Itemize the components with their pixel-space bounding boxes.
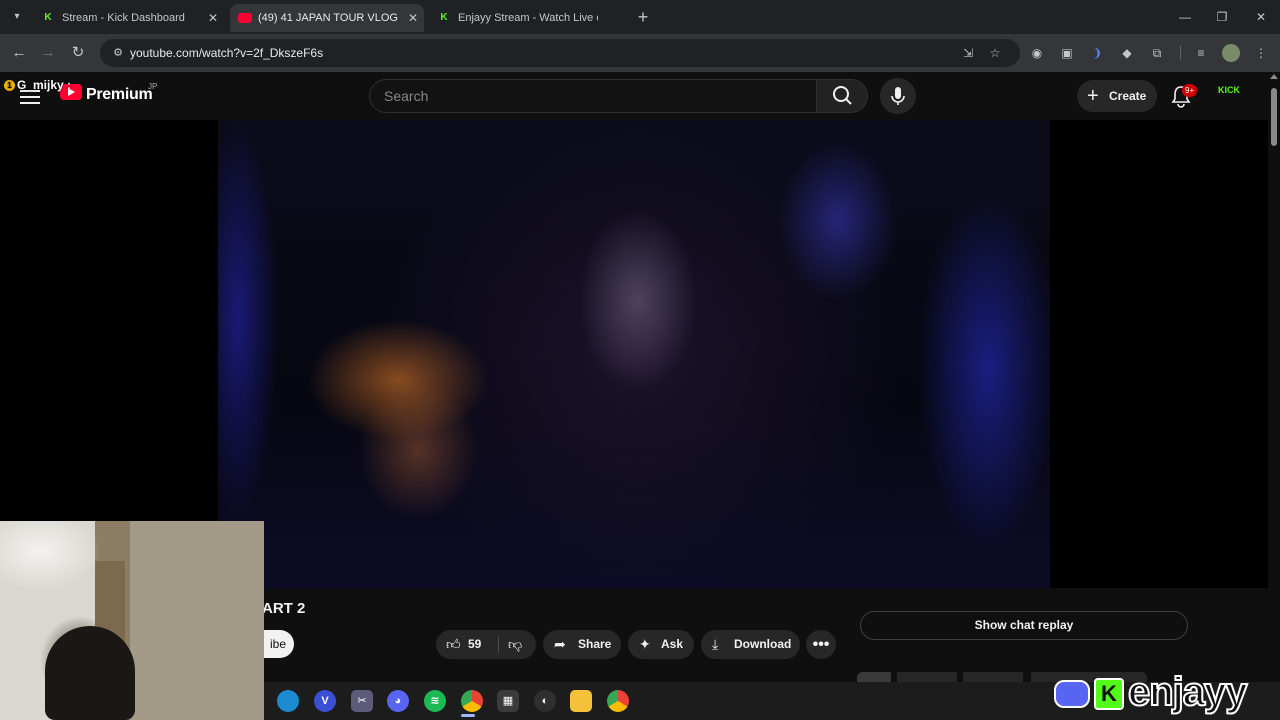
tab-kick-dashboard[interactable]: K Stream - Kick Dashboard ✕ [34,4,224,32]
search-box [369,79,817,113]
menu-kebab-icon[interactable]: ⋮ [1252,44,1270,62]
calculator-icon[interactable]: ▦ [497,690,519,712]
window-close-icon[interactable]: ✕ [1246,6,1276,28]
scroll-thumb[interactable] [1271,88,1277,146]
forward-arrow-icon[interactable]: → [37,42,59,64]
discord-icon[interactable]: ◕ [387,690,409,712]
chrome-profile-icon[interactable] [607,690,629,712]
show-chat-replay-button[interactable]: Show chat replay [860,611,1188,640]
obs-icon[interactable]: ◐ [534,690,556,712]
back-arrow-icon[interactable]: ← [8,42,30,64]
search-icon [833,86,852,105]
create-label: Create [1109,89,1147,103]
like-thumb-up-icon[interactable]: 👍︎ [446,630,461,659]
kick-logo-icon: K [1094,678,1124,710]
extensions-puzzle-icon[interactable]: ⧉ [1148,44,1166,62]
premium-logo-text[interactable]: Premium [86,86,153,104]
tab-title: Enjayy Stream - Watch Live on [458,12,598,24]
spotify-icon[interactable]: ≋ [424,690,446,712]
video-frame[interactable] [218,120,1050,588]
create-button[interactable]: + Create [1077,80,1157,112]
like-dislike-group: 👍︎ 59 👎︎ [436,630,536,659]
active-app-indicator [461,714,475,717]
more-actions-button[interactable]: ••• [806,630,836,659]
search-button[interactable] [816,79,868,113]
streamer-branding: K enjayy [1052,669,1280,720]
browser-toolbar: ← → ↻ ⚙ youtube.com/watch?v=2f_DkszeF6s … [0,34,1280,72]
address-bar[interactable]: ⚙ youtube.com/watch?v=2f_DkszeF6s ⇲ ☆ [100,39,1020,67]
tab-search-chevron-icon[interactable]: ▾ [6,6,28,28]
microphone-icon [891,87,905,105]
account-avatar[interactable]: KICK [1213,86,1245,106]
webcam-overlay [0,521,264,720]
reload-icon[interactable]: ↻ [67,42,89,64]
new-tab-plus-icon[interactable]: + [632,6,654,28]
search-input[interactable] [370,80,816,112]
youtube-icon [238,13,252,23]
scroll-up-arrow-icon[interactable] [1270,74,1278,79]
like-divider [498,636,499,653]
chrome-icon[interactable] [461,690,483,712]
close-icon[interactable]: ✕ [408,4,418,32]
url-text[interactable]: youtube.com/watch?v=2f_DkszeF6s [130,46,323,60]
extension-eyes-icon[interactable]: ◉ [1028,44,1046,62]
edge-browser-icon[interactable] [277,690,299,712]
download-arrow-icon: ⤓ [712,636,719,652]
kick-icon: K [44,12,52,23]
minimize-icon[interactable]: — [1170,6,1200,28]
tab-title: Stream - Kick Dashboard [62,12,185,24]
sparkle-icon: ✦ [639,636,651,652]
share-button[interactable]: ➦ Share [543,630,621,659]
webcam-person [45,626,135,720]
browser-tab-strip: ▾ K Stream - Kick Dashboard ✕ (49) 41 JA… [0,0,1280,34]
dislike-thumb-down-icon[interactable]: 👎︎ [508,630,522,659]
youtube-masthead: Premium JP 1G_mijky : + Create 9+ KICK [0,72,1268,120]
extension-diamond-icon[interactable]: ◆ [1118,44,1136,62]
profile-avatar[interactable] [1222,44,1240,62]
ask-button[interactable]: ✦ Ask [628,630,694,659]
overlay-username-text: G_mijky : [17,78,72,92]
vivaldi-icon[interactable]: V [314,690,336,712]
install-app-icon[interactable]: ⇲ [960,45,976,61]
voice-search-button[interactable] [880,78,916,114]
extension-image-icon[interactable]: ▣ [1058,44,1076,62]
badge-icon: 1 [4,80,15,92]
site-info-icon[interactable]: ⚙ [110,45,126,61]
plus-icon: + [1087,85,1099,107]
streamer-name: enjayy [1127,669,1249,715]
video-title: ART 2 [262,600,306,617]
share-label: Share [578,637,612,651]
kick-icon: K [440,12,448,23]
toolbar-divider [1180,46,1181,60]
tab-enjayy-stream[interactable]: K Enjayy Stream - Watch Live on [430,4,624,32]
restore-icon[interactable]: ❐ [1207,6,1237,28]
country-code: JP [148,82,158,91]
bookmark-star-icon[interactable]: ☆ [987,45,1003,61]
download-label: Download [734,637,792,651]
file-explorer-icon[interactable] [570,690,592,712]
reading-list-icon[interactable]: ≡ [1192,44,1210,62]
tab-youtube-video[interactable]: (49) 41 JAPAN TOUR VLOG PAR ✕ [230,4,424,32]
page-scrollbar[interactable] [1268,72,1280,682]
close-icon[interactable]: ✕ [208,4,218,32]
snipping-tool-icon[interactable]: ✂ [351,690,373,712]
like-count[interactable]: 59 [468,630,481,659]
extension-sound-icon[interactable]: ❩ [1088,44,1106,62]
notification-count-badge: 9+ [1182,84,1198,97]
discord-logo-icon [1054,680,1090,708]
download-button[interactable]: ⤓ Download [701,630,800,659]
stream-overlay-username: 1 G_mijky : [4,78,71,92]
video-player[interactable] [0,120,1268,588]
tab-title: (49) 41 JAPAN TOUR VLOG PAR [258,12,398,24]
ask-label: Ask [661,637,684,651]
share-arrow-icon: ➦ [554,636,566,652]
